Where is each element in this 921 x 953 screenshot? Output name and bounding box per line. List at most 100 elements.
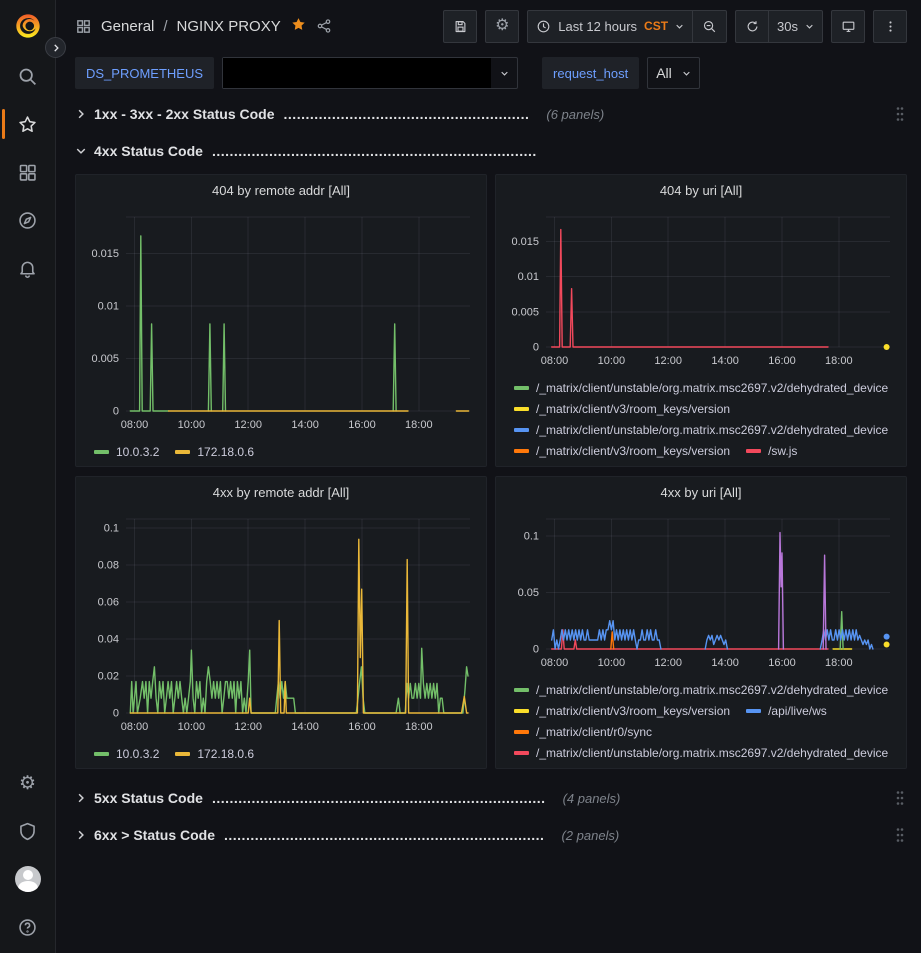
svg-text:16:00: 16:00 — [768, 657, 796, 669]
sidebar-item-configuration[interactable]: ⚙ — [0, 759, 56, 807]
cycle-view-mode-button[interactable] — [831, 10, 865, 43]
panel-title[interactable]: 404 by remote addr [All] — [82, 179, 480, 203]
row-1xx-3xx-2xx[interactable]: 1xx - 3xx - 2xx Status Code ............… — [75, 100, 907, 128]
legend-item[interactable]: 172.18.0.6 — [175, 743, 254, 762]
chevron-down-icon — [805, 22, 814, 31]
legend-swatch — [514, 751, 529, 755]
svg-text:0.01: 0.01 — [98, 301, 119, 313]
legend-item[interactable]: 172.18.0.6 — [175, 441, 254, 460]
legend-item[interactable]: /_matrix/client/unstable/org.matrix.msc2… — [514, 377, 888, 398]
apps-grid-icon — [75, 18, 92, 35]
svg-text:16:00: 16:00 — [348, 721, 376, 733]
legend-swatch — [514, 449, 529, 453]
timezone-label: CST — [644, 19, 668, 33]
timeseries-chart[interactable]: 00.020.040.060.080.108:0010:0012:0014:00… — [82, 505, 480, 737]
row-title-leader: ........................................… — [212, 143, 537, 159]
bell-icon — [17, 258, 38, 279]
favorite-star-icon[interactable] — [290, 16, 307, 37]
sidebar-item-explore[interactable] — [0, 196, 56, 244]
legend-label: /_matrix/client/unstable/org.matrix.msc2… — [536, 746, 888, 760]
variable-select-ds-prometheus[interactable] — [222, 57, 518, 89]
svg-text:0: 0 — [533, 644, 539, 656]
svg-text:0: 0 — [113, 708, 119, 720]
kebab-menu-button[interactable] — [873, 10, 907, 43]
search-icon — [17, 66, 38, 87]
legend-swatch — [746, 709, 761, 713]
timeseries-chart[interactable]: 00.0050.010.01508:0010:0012:0014:0016:00… — [502, 203, 900, 371]
sidebar-item-server-admin[interactable] — [0, 807, 56, 855]
legend-item[interactable]: /_matrix/client/unstable/org.matrix.msc2… — [514, 679, 888, 700]
svg-text:08:00: 08:00 — [121, 721, 149, 733]
refresh-interval-label: 30s — [777, 19, 798, 34]
svg-text:08:00: 08:00 — [121, 419, 149, 431]
breadcrumb-section[interactable]: General — [101, 18, 154, 35]
compass-icon — [17, 210, 38, 231]
svg-text:14:00: 14:00 — [711, 657, 739, 669]
sidebar-item-help[interactable] — [0, 903, 56, 951]
legend-item[interactable]: /_matrix/client/unstable/org.matrix.msc2… — [514, 419, 888, 440]
legend-swatch — [514, 407, 529, 411]
variable-value: All — [656, 65, 672, 81]
save-dashboard-button[interactable] — [443, 10, 477, 43]
svg-text:0: 0 — [113, 406, 119, 418]
refresh-button[interactable] — [735, 10, 769, 43]
sidebar-item-alerting[interactable] — [0, 244, 56, 292]
panel-404-by-remote-addr: 404 by remote addr [All] 00.0050.010.015… — [75, 174, 487, 467]
legend-item[interactable]: /_matrix/client/v3/room_keys/version — [514, 398, 730, 419]
row-drag-handle-icon[interactable] — [895, 790, 905, 806]
svg-text:12:00: 12:00 — [234, 721, 262, 733]
timeseries-chart[interactable]: 00.0050.010.01508:0010:0012:0014:0016:00… — [82, 203, 480, 435]
svg-text:12:00: 12:00 — [654, 355, 682, 367]
svg-text:18:00: 18:00 — [825, 657, 853, 669]
panel-title[interactable]: 4xx by uri [All] — [502, 481, 900, 505]
sidebar-item-dashboards[interactable] — [0, 148, 56, 196]
svg-text:0.05: 0.05 — [518, 587, 539, 599]
svg-text:0.08: 0.08 — [98, 560, 119, 572]
sidebar-item-search[interactable] — [0, 52, 56, 100]
legend-item[interactable]: /sw.js — [746, 440, 797, 460]
row-panel-count: (6 panels) — [546, 107, 604, 122]
panel-title[interactable]: 404 by uri [All] — [502, 179, 900, 203]
share-icon[interactable] — [316, 18, 332, 34]
legend-swatch — [514, 730, 529, 734]
dashboard-settings-button[interactable]: ⚙ — [485, 10, 519, 43]
legend-label: 172.18.0.6 — [197, 445, 254, 459]
timeseries-chart[interactable]: 00.050.108:0010:0012:0014:0016:0018:00 — [502, 505, 900, 673]
star-outline-icon — [17, 114, 38, 135]
legend-item[interactable]: /api/live/ws — [746, 700, 827, 721]
panel-title[interactable]: 4xx by remote addr [All] — [82, 481, 480, 505]
svg-text:0.1: 0.1 — [524, 531, 539, 543]
redacted-value — [223, 58, 491, 88]
zoom-out-icon — [702, 19, 717, 34]
legend-label: 10.0.3.2 — [116, 747, 159, 761]
legend-item[interactable]: 10.0.3.2 — [94, 743, 159, 762]
refresh-interval-picker[interactable]: 30s — [769, 10, 823, 43]
legend-label: /api/live/ws — [768, 704, 827, 718]
svg-text:18:00: 18:00 — [405, 419, 433, 431]
svg-text:12:00: 12:00 — [654, 657, 682, 669]
svg-text:0.02: 0.02 — [98, 671, 119, 683]
legend-item[interactable]: /_matrix/client/v3/room_keys/version — [514, 700, 730, 721]
legend-item[interactable]: /_matrix/client/r0/sync — [514, 721, 652, 742]
sidebar-item-starred[interactable] — [0, 100, 56, 148]
variable-select-request-host[interactable]: All — [647, 57, 700, 89]
legend-item[interactable]: 10.0.3.2 — [94, 441, 159, 460]
legend-label: 172.18.0.6 — [197, 747, 254, 761]
legend-item[interactable]: /_matrix/client/v3/room_keys/version — [514, 440, 730, 460]
svg-text:14:00: 14:00 — [291, 419, 319, 431]
shield-icon — [17, 821, 38, 842]
svg-text:10:00: 10:00 — [598, 355, 626, 367]
legend-label: /_matrix/client/r0/sync — [536, 725, 652, 739]
row-5xx[interactable]: 5xx Status Code ........................… — [75, 784, 907, 812]
row-6xx[interactable]: 6xx > Status Code ......................… — [75, 821, 907, 849]
sidebar-item-profile[interactable] — [0, 855, 56, 903]
sidebar-bottom: ⚙ — [0, 759, 56, 953]
zoom-out-time-button[interactable] — [693, 10, 727, 43]
row-4xx[interactable]: 4xx Status Code ........................… — [75, 137, 907, 165]
row-drag-handle-icon[interactable] — [895, 827, 905, 843]
legend-item[interactable]: /_matrix/client/unstable/org.matrix.msc2… — [514, 742, 888, 762]
sidebar-expand-button[interactable] — [45, 37, 66, 58]
gear-icon: ⚙ — [495, 18, 509, 34]
time-range-picker[interactable]: Last 12 hours CST — [527, 10, 693, 43]
row-drag-handle-icon[interactable] — [895, 106, 905, 122]
